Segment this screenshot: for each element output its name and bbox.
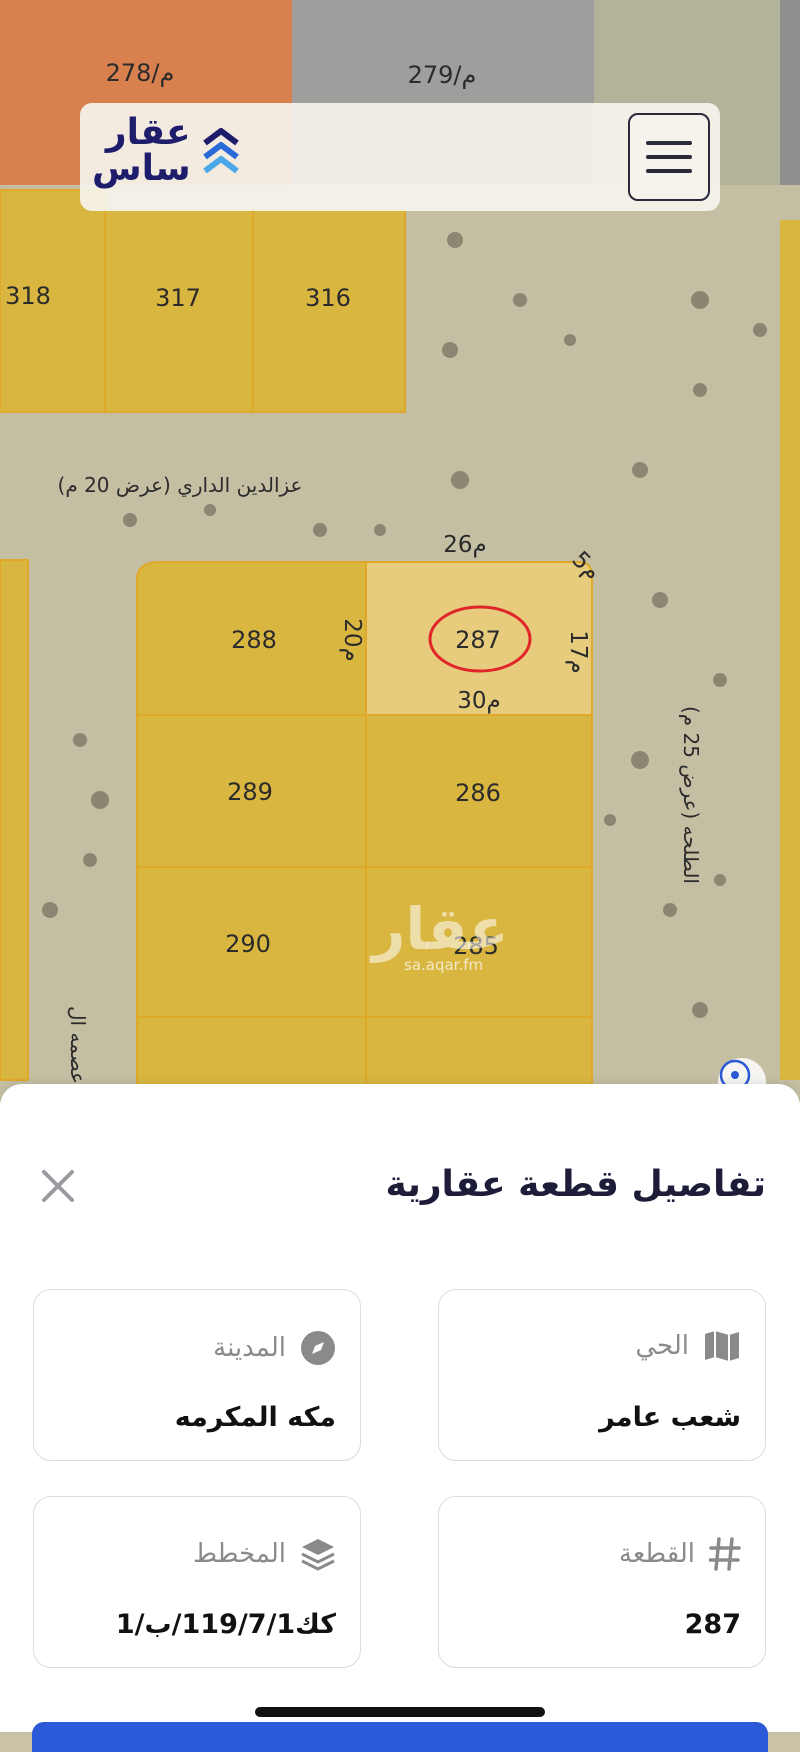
top-right-strip — [780, 0, 800, 185]
compass-icon — [301, 1331, 335, 1365]
street-label-north: عزالدين الداري (عرض 20 م) — [57, 473, 303, 497]
plot-label: القطعة — [618, 1539, 695, 1569]
city-card: المدينة مكه المكرمه — [33, 1289, 361, 1461]
city-card-head: المدينة — [213, 1330, 336, 1366]
sheet-title: تفاصيل قطعة عقارية — [385, 1164, 766, 1205]
plot-number-card: القطعة 287 — [438, 1496, 766, 1668]
plot-details-sheet: تفاصيل قطعة عقارية الحي شعب عامر المدينة… — [0, 1084, 800, 1732]
plot-label-279: 279/م — [407, 61, 477, 89]
dimension-south: 30م — [457, 688, 501, 714]
layers-icon — [301, 1539, 335, 1571]
plan-value: كك119/7/1/ب/1 — [115, 1609, 336, 1640]
district-card-head: الحي — [635, 1330, 741, 1362]
app-header: عقار ساس — [80, 103, 720, 211]
menu-button[interactable] — [628, 113, 710, 201]
hamburger-icon — [646, 141, 692, 173]
map-icon — [705, 1331, 739, 1361]
plan-card: المخطط كك119/7/1/ب/1 — [33, 1496, 361, 1668]
plot-label-287[interactable]: 287 — [455, 626, 501, 654]
logo-line1: عقار — [105, 112, 191, 153]
plot-card-head: القطعة — [619, 1537, 741, 1571]
district-card: الحي شعب عامر — [438, 1289, 766, 1461]
district-value: شعب عامر — [599, 1402, 741, 1433]
dimension-west: 20م — [339, 618, 365, 662]
logo-text: عقار ساس — [92, 115, 191, 187]
app-logo[interactable]: عقار ساس — [92, 115, 241, 187]
logo-chevrons-icon — [202, 128, 239, 174]
hash-icon — [709, 1537, 741, 1571]
left-edge-plot — [0, 559, 29, 1081]
dimension-north: 26م — [443, 532, 487, 558]
street-label-west: عصمه ال — [66, 1005, 90, 1085]
plot-label-289[interactable]: 289 — [227, 778, 273, 806]
bottom-action-bar[interactable] — [32, 1722, 768, 1752]
close-button[interactable] — [38, 1166, 78, 1206]
watermark-url: sa.aqar.fm — [404, 956, 484, 974]
logo-line2: ساس — [92, 148, 191, 189]
plot-label-290[interactable]: 290 — [225, 930, 271, 958]
plot-label-286[interactable]: 286 — [455, 779, 501, 807]
plot-label-318[interactable]: 318 — [5, 282, 51, 310]
dimension-east: 17م — [565, 630, 591, 674]
plot-label-288[interactable]: 288 — [231, 626, 277, 654]
district-label: الحي — [635, 1331, 689, 1361]
plan-card-head: المخطط — [193, 1537, 336, 1571]
plan-label: المخطط — [193, 1539, 286, 1569]
close-icon — [42, 1170, 74, 1202]
plot-label-317[interactable]: 317 — [155, 284, 201, 312]
watermark-logo: عقار — [372, 895, 509, 963]
city-label: المدينة — [213, 1333, 286, 1363]
street-label-east: الطلحه (عرض 25 م) — [679, 706, 703, 884]
city-value: مكه المكرمه — [174, 1402, 336, 1433]
right-edge-plot — [780, 220, 800, 1080]
home-indicator[interactable] — [255, 1707, 545, 1717]
plot-label-316[interactable]: 316 — [305, 284, 351, 312]
plot-value: 287 — [684, 1609, 741, 1640]
plot-label-278: 278/م — [105, 59, 175, 87]
